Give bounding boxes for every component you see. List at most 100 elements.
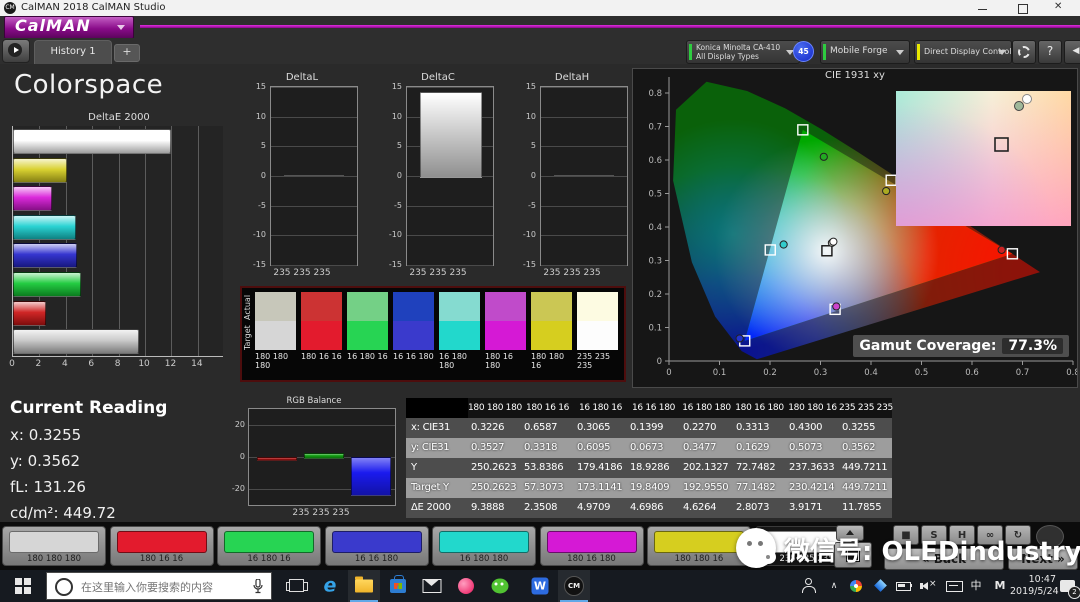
taskbar-mail[interactable] xyxy=(416,570,448,602)
patch-button-180-16-180[interactable]: 180 16 180 xyxy=(540,526,644,566)
taskbar-file-explorer[interactable] xyxy=(348,570,380,602)
row-label: x: CIE31 xyxy=(406,418,468,438)
settings-button[interactable] xyxy=(1012,40,1036,64)
patch-color-block xyxy=(9,531,99,553)
table-cell: 3.9171 xyxy=(786,498,839,518)
svg-text:0.2: 0.2 xyxy=(648,290,662,300)
mini-control-button-2[interactable]: H xyxy=(949,525,975,545)
svg-text:0: 0 xyxy=(657,357,662,367)
action-center-button[interactable]: 2 xyxy=(1058,570,1080,602)
play-button[interactable] xyxy=(2,39,30,63)
x-axis-label: 235 235 235 xyxy=(240,268,364,278)
calman-app-window: CM CalMAN 2018 CalMAN Studio ✕ CalMAN Hi… xyxy=(0,0,1080,602)
clock-time: 10:47 xyxy=(1010,574,1056,586)
search-input[interactable] xyxy=(79,575,243,599)
taskbar-photos-app[interactable] xyxy=(450,570,482,602)
notification-badge: 2 xyxy=(1068,586,1080,599)
add-tab-button[interactable]: + xyxy=(114,44,140,62)
patch-button-180-16-16[interactable]: 180 16 16 xyxy=(110,526,214,566)
back-button[interactable]: « Back xyxy=(884,548,1004,570)
swatch-column: 16 180 180 xyxy=(439,292,480,370)
table-row: x: CIE310.32260.65870.30650.13990.22700.… xyxy=(406,418,892,438)
table-cell: 173.1141 xyxy=(574,478,627,498)
patch-color-block xyxy=(547,531,637,553)
mini-control-button-3[interactable]: ∞ xyxy=(977,525,1003,545)
next-button[interactable]: Next » xyxy=(1008,548,1078,570)
taskbar-wps[interactable]: W xyxy=(524,570,556,602)
swatch-label: 16 16 180 xyxy=(393,352,434,361)
patch-button-16-180-180[interactable]: 16 180 180 xyxy=(432,526,536,566)
expand-strip-button[interactable] xyxy=(836,525,864,541)
tab-history-1[interactable]: History 1 xyxy=(34,40,112,65)
tray-browser-icon[interactable] xyxy=(848,570,864,602)
measured-marker xyxy=(780,241,787,248)
patch-button-16-180-16[interactable]: 16 180 16 xyxy=(217,526,321,566)
svg-text:0.7: 0.7 xyxy=(1016,368,1030,378)
deltal-bar xyxy=(284,175,344,177)
svg-text:0.5: 0.5 xyxy=(915,368,929,378)
windows-logo-icon xyxy=(15,587,22,594)
touch-keyboard-icon[interactable] xyxy=(944,570,964,602)
column-header: 180 16 180 xyxy=(733,398,786,418)
app-icon: CM xyxy=(4,2,16,14)
mini-control-button-1[interactable]: S xyxy=(921,525,947,545)
display-status-indicator xyxy=(917,44,920,60)
x-tick-label: 14 xyxy=(191,359,202,369)
taskbar-calman[interactable]: CM xyxy=(558,570,590,602)
up-arrow-icon xyxy=(846,530,854,535)
gridline xyxy=(119,126,120,356)
help-button[interactable]: ? xyxy=(1038,40,1062,64)
mini-control-button-0[interactable]: ■ xyxy=(893,525,919,545)
window-title: CalMAN 2018 CalMAN Studio xyxy=(21,2,166,13)
mini-control-button-4[interactable]: ↻ xyxy=(1005,525,1031,545)
actual-swatch xyxy=(531,292,572,321)
display-control-dropdown[interactable]: Direct Display Control xyxy=(914,40,1012,64)
x-tick-label: 6 xyxy=(88,359,94,369)
battery-icon[interactable] xyxy=(894,570,914,602)
svg-text:0.4: 0.4 xyxy=(648,223,662,233)
inset-measured-gray xyxy=(1015,102,1024,111)
x-tick-label: 0 xyxy=(9,359,15,369)
collapse-panel-button[interactable]: ◀ xyxy=(1064,40,1080,64)
ime-indicator[interactable]: 中 xyxy=(968,570,984,602)
taskbar-wechat[interactable] xyxy=(484,570,516,602)
table-cell: 0.6095 xyxy=(574,438,627,458)
y-tick-label: 15 xyxy=(510,82,536,91)
target-swatch xyxy=(485,321,526,350)
tray-gem-icon[interactable] xyxy=(872,570,888,602)
volume-muted-icon[interactable]: × xyxy=(920,570,938,602)
tray-overflow-chevron[interactable]: ∧ xyxy=(826,570,842,602)
tray-people-icon[interactable] xyxy=(800,570,818,602)
tray-m-app-icon[interactable]: M xyxy=(992,570,1008,602)
table-cell: 0.3255 xyxy=(839,418,892,438)
patch-button-180-180-180[interactable]: 180 180 180 xyxy=(2,526,106,566)
measured-marker xyxy=(883,187,890,194)
taskbar-search[interactable] xyxy=(46,572,272,600)
task-view-button[interactable] xyxy=(280,570,312,602)
round-control-button[interactable] xyxy=(1036,525,1064,548)
taskbar-store[interactable] xyxy=(382,570,414,602)
row-label: Y xyxy=(406,458,468,478)
meter-dropdown[interactable]: Konica Minolta CA-410 All Display Types xyxy=(686,40,800,64)
calman-logo-menu[interactable]: CalMAN xyxy=(4,16,134,39)
chevron-down-icon xyxy=(896,50,904,55)
delta-e-2000-chart: DeltaE 2000 02468101214 xyxy=(8,112,230,378)
pattern-source-dropdown[interactable]: Mobile Forge xyxy=(820,40,910,64)
y-tick-label: 10 xyxy=(510,112,536,121)
svg-text:0.8: 0.8 xyxy=(648,89,662,99)
edge-icon: e xyxy=(324,577,337,596)
start-button[interactable] xyxy=(0,570,46,602)
calman-logo-text: CalMAN xyxy=(15,16,91,35)
patch-button-16-16-180[interactable]: 16 16 180 xyxy=(325,526,429,566)
taskbar-clock[interactable]: 10:47 2019/5/24 xyxy=(1010,570,1056,602)
microphone-icon[interactable] xyxy=(253,579,263,594)
table-cell: 4.9709 xyxy=(574,498,627,518)
close-button[interactable]: ✕ xyxy=(1046,0,1076,16)
measured-marker xyxy=(830,238,837,245)
target-swatch xyxy=(577,321,618,350)
maximize-button[interactable] xyxy=(1008,0,1038,16)
pattern-window-button[interactable] xyxy=(834,542,872,568)
minimize-button[interactable] xyxy=(968,0,998,16)
patch-button-180-180-16[interactable]: 180 180 16 xyxy=(647,526,751,566)
taskbar-edge[interactable]: e xyxy=(314,570,346,602)
